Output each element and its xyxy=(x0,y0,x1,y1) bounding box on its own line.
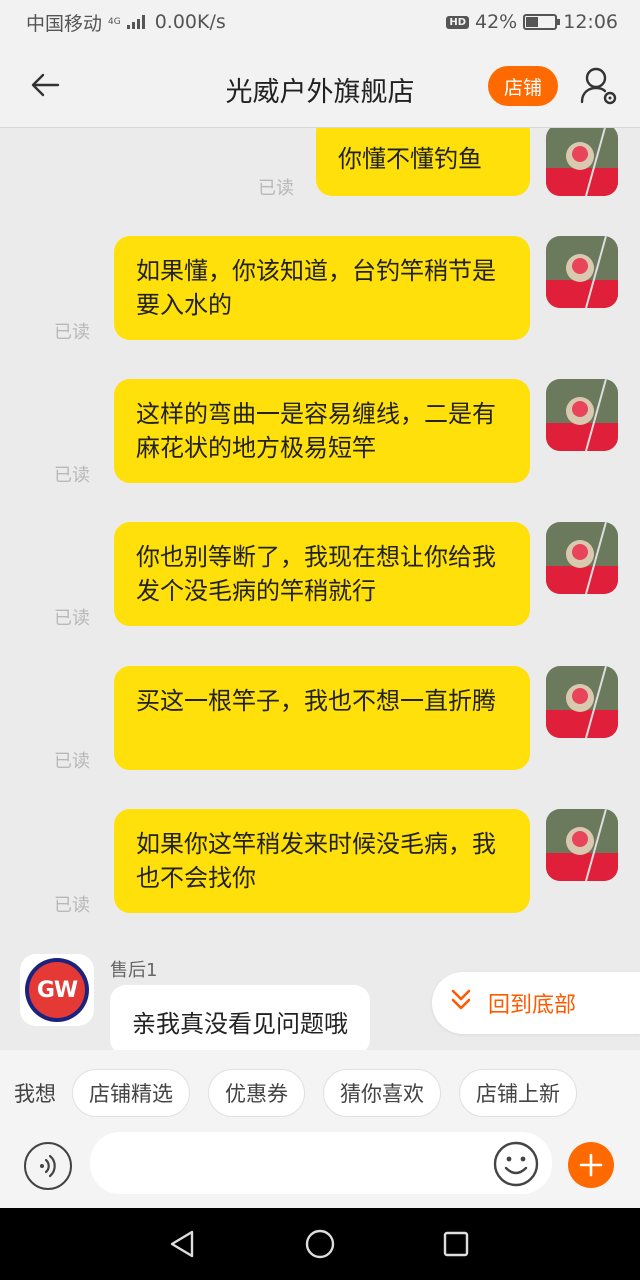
recents-square-icon[interactable] xyxy=(440,1228,472,1260)
outgoing-message[interactable]: 如果懂，你该知道，台钓竿稍节是要入水的 xyxy=(114,236,530,340)
outgoing-message[interactable]: 你懂不懂钓鱼 xyxy=(316,128,530,196)
read-receipt: 已读 xyxy=(54,751,90,772)
carrier-label: 中国移动 xyxy=(26,12,103,35)
quick-reply-chip[interactable]: 猜你喜欢 xyxy=(323,1069,441,1117)
message-input[interactable] xyxy=(90,1132,552,1194)
hd-badge: HD xyxy=(446,15,469,29)
back-triangle-icon[interactable] xyxy=(166,1228,198,1260)
outgoing-message[interactable]: 你也别等断了，我现在想让你给我发个没毛病的竿稍就行 xyxy=(114,522,530,626)
scroll-to-bottom-label: 回到底部 xyxy=(488,993,577,1018)
quick-reply-label: 我想 xyxy=(14,1082,56,1106)
shop-avatar[interactable]: GW xyxy=(20,954,94,1026)
outgoing-message[interactable]: 这样的弯曲一是容易缠线，二是有麻花状的地方极易短竿 xyxy=(114,379,530,483)
quick-reply-chip[interactable]: 店铺上新 xyxy=(459,1069,577,1117)
avatar[interactable] xyxy=(546,379,618,451)
user-settings-icon[interactable] xyxy=(578,64,622,108)
avatar[interactable] xyxy=(546,809,618,881)
smiley-icon[interactable] xyxy=(492,1140,540,1188)
avatar[interactable] xyxy=(546,666,618,738)
incoming-message[interactable]: 亲我真没看见问题哦 xyxy=(110,985,370,1055)
outgoing-message[interactable]: 买这一根竿子，我也不想一直折腾 xyxy=(114,666,530,770)
quick-reply-chip[interactable]: 店铺精选 xyxy=(72,1069,190,1117)
gw-logo: GW xyxy=(29,962,85,1018)
read-receipt: 已读 xyxy=(54,608,90,629)
quick-reply-chip[interactable]: 优惠券 xyxy=(208,1069,305,1117)
clock: 12:06 xyxy=(563,11,618,33)
avatar[interactable] xyxy=(546,522,618,594)
home-circle-icon[interactable] xyxy=(304,1228,336,1260)
chat-header: 光威户外旗舰店 店铺 xyxy=(0,44,640,128)
double-chevron-down-icon xyxy=(450,988,472,1018)
system-nav-bar xyxy=(0,1208,640,1280)
battery-icon xyxy=(523,14,561,30)
store-button[interactable]: 店铺 xyxy=(488,66,558,106)
outgoing-message[interactable]: 如果你这竿稍发来时候没毛病，我也不会找你 xyxy=(114,809,530,913)
plus-icon[interactable] xyxy=(568,1142,614,1188)
status-bar: 中国移动 4G 0.00K/s HD 42% 12:06 xyxy=(0,0,640,44)
message-list[interactable]: 已读 你懂不懂钓鱼 已读 如果懂，你该知道，台钓竿稍节是要入水的 已读 这样的弯… xyxy=(0,128,640,1050)
network-type: 4G xyxy=(108,16,121,27)
scroll-to-bottom-button[interactable]: 回到底部 xyxy=(432,972,640,1034)
quick-reply-bar: 我想 店铺精选 优惠券 猜你喜欢 店铺上新 xyxy=(0,1050,640,1136)
read-receipt: 已读 xyxy=(54,465,90,486)
read-receipt: 已读 xyxy=(54,895,90,916)
sender-name: 售后1 xyxy=(110,960,158,981)
avatar[interactable] xyxy=(546,128,618,196)
battery-percent: 42% xyxy=(475,11,518,33)
read-receipt: 已读 xyxy=(258,178,294,199)
read-receipt: 已读 xyxy=(54,322,90,343)
avatar[interactable] xyxy=(546,236,618,308)
network-speed: 0.00K/s xyxy=(154,11,226,33)
voice-icon[interactable] xyxy=(24,1142,72,1190)
input-bar xyxy=(0,1126,640,1208)
signal-icon xyxy=(126,15,145,29)
